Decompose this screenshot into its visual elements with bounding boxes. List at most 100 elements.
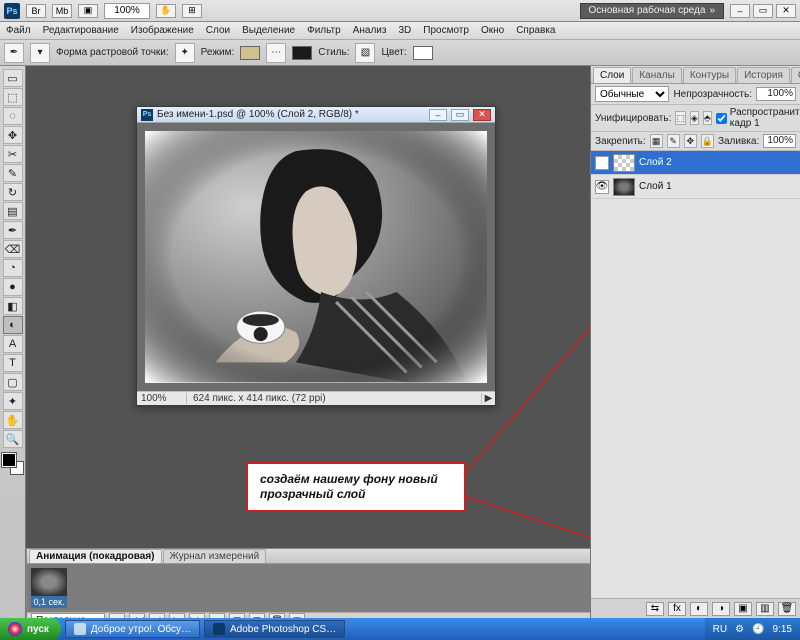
tab-actions[interactable]: Операции [791,67,800,83]
menu-window[interactable]: Окно [481,25,504,36]
language-indicator[interactable]: RU [713,624,727,635]
tool-marquee[interactable]: ⬚ [3,88,23,106]
doc-minimize-button[interactable]: – [429,109,447,121]
menu-image[interactable]: Изображение [131,25,194,36]
tool-lasso[interactable]: ◌ [3,107,23,125]
tool-rectangle[interactable]: ▢ [3,373,23,391]
layer-name[interactable]: Слой 1 [639,181,672,192]
unify-position-button[interactable]: ⬚ [675,111,686,125]
menu-analysis[interactable]: Анализ [353,25,387,36]
tab-measurement-log[interactable]: Журнал измерений [163,549,267,563]
new-group-button[interactable]: ▣ [734,602,752,616]
doc-maximize-button[interactable]: ▭ [451,109,469,121]
tray-icon[interactable]: 🕘 [752,624,764,635]
propagate-frame-checkbox[interactable]: Распространить кадр 1 [716,107,800,129]
hand-scroll-button[interactable]: ✋ [156,4,176,18]
menu-edit[interactable]: Редактирование [43,25,119,36]
tab-history[interactable]: История [737,67,790,83]
tool-dodge[interactable]: ◧ [3,297,23,315]
tool-zoom[interactable]: 🔍 [3,430,23,448]
tool-heal[interactable]: ↻ [3,183,23,201]
layer-name[interactable]: Слой 2 [639,157,672,168]
tab-paths[interactable]: Контуры [683,67,736,83]
canvas-viewport[interactable] [137,123,495,390]
animation-frames-strip[interactable]: 0,1 сек. [27,564,590,612]
menu-view[interactable]: Просмотр [423,25,469,36]
doc-zoom-field[interactable]: 100% [137,393,187,404]
document-titlebar[interactable]: Ps Без имени-1.psd @ 100% (Слой 2, RGB/8… [137,107,495,123]
mode-swatch[interactable] [240,46,260,60]
tool-eyedropper[interactable]: ✎ [3,164,23,182]
menu-layer[interactable]: Слои [206,25,230,36]
doc-status-menu-button[interactable]: ▶ [481,393,495,404]
workspace-switcher[interactable]: Основная рабочая среда » [580,3,724,19]
zoom-mode-button[interactable]: ⊞ [182,4,202,18]
tool-move[interactable]: ▭ [3,69,23,87]
doc-close-button[interactable]: ✕ [473,109,491,121]
opacity-field[interactable]: 100% [756,87,796,101]
lock-position-button[interactable]: ✥ [684,134,697,148]
start-button[interactable]: пуск [0,618,61,640]
delete-layer-button[interactable]: 🗑 [778,602,796,616]
clock[interactable]: 9:15 [773,624,792,635]
tool-crop[interactable]: ✂ [3,145,23,163]
layer-visibility-toggle[interactable]: 👁 [595,180,609,194]
layer-visibility-toggle[interactable]: 👁 [595,156,609,170]
tool-path-select[interactable]: A [3,335,23,353]
unify-visibility-button[interactable]: ◈ [690,111,699,125]
lock-paint-button[interactable]: ✎ [667,134,680,148]
frame-duration[interactable]: 0,1 сек. [31,596,67,608]
tab-animation[interactable]: Анимация (покадровая) [29,549,162,563]
taskbar-item-browser[interactable]: Доброе утро!. Обсу… [65,620,200,638]
layer-row[interactable]: 👁 Слой 2 [591,151,800,175]
layer-row[interactable]: 👁 Слой 1 [591,175,800,199]
menu-help[interactable]: Справка [516,25,555,36]
pen-shape-picker[interactable]: ✦ [175,43,195,63]
add-mask-button[interactable]: ◐ [690,602,708,616]
link-layers-button[interactable]: ⇆ [646,602,664,616]
tool-custom-shape[interactable]: ✦ [3,392,23,410]
viewmode-button[interactable]: ▣ [78,4,98,18]
taskbar-item-photoshop[interactable]: Adobe Photoshop CS… [204,620,345,638]
tool-gradient[interactable]: ◔ [3,259,23,277]
animation-frame-1[interactable]: 0,1 сек. [31,568,67,608]
minibridge-button[interactable]: Mb [52,4,72,18]
window-close-button[interactable]: ✕ [776,4,796,18]
tool-preset-dropdown[interactable]: ▾ [30,43,50,63]
menu-3d[interactable]: 3D [398,25,411,36]
tab-layers[interactable]: Слои [593,67,631,83]
tray-icon[interactable]: ⚙ [735,624,744,635]
tool-stamp[interactable]: ✒ [3,221,23,239]
tool-hand[interactable]: ✋ [3,411,23,429]
blend-mode-select[interactable]: Обычные [595,86,669,102]
unify-style-button[interactable]: ⬘ [703,111,712,125]
zoom-level-field[interactable]: 100% [104,3,150,19]
style-picker[interactable]: ▧ [355,43,375,63]
menu-file[interactable]: Файл [6,25,31,36]
tool-eraser[interactable]: ⌫ [3,240,23,258]
window-minimize-button[interactable]: – [730,4,750,18]
canvas[interactable] [145,131,487,382]
pen-options-button[interactable]: ⋯ [266,43,286,63]
foreground-color-swatch[interactable] [2,453,16,467]
tool-type[interactable]: T [3,354,23,372]
layer-fx-button[interactable]: fx [668,602,686,616]
tool-wand[interactable]: ✥ [3,126,23,144]
tool-brush[interactable]: ▤ [3,202,23,220]
window-maximize-button[interactable]: ▭ [753,4,773,18]
propagate-frame-input[interactable] [716,113,727,124]
new-layer-button[interactable]: ▥ [756,602,774,616]
fill-field[interactable]: 100% [763,134,796,148]
secondary-swatch[interactable] [292,46,312,60]
tool-pen[interactable]: ◐ [3,316,23,334]
menu-filter[interactable]: Фильтр [307,25,341,36]
color-swatches[interactable] [2,453,24,475]
current-tool-icon[interactable]: ✒ [4,43,24,63]
bridge-button[interactable]: Br [26,4,46,18]
color-picker[interactable] [413,46,433,60]
adjustment-layer-button[interactable]: ◑ [712,602,730,616]
tool-blur[interactable]: ● [3,278,23,296]
tab-channels[interactable]: Каналы [632,67,682,83]
lock-pixels-button[interactable]: ▦ [650,134,663,148]
menu-select[interactable]: Выделение [242,25,295,36]
